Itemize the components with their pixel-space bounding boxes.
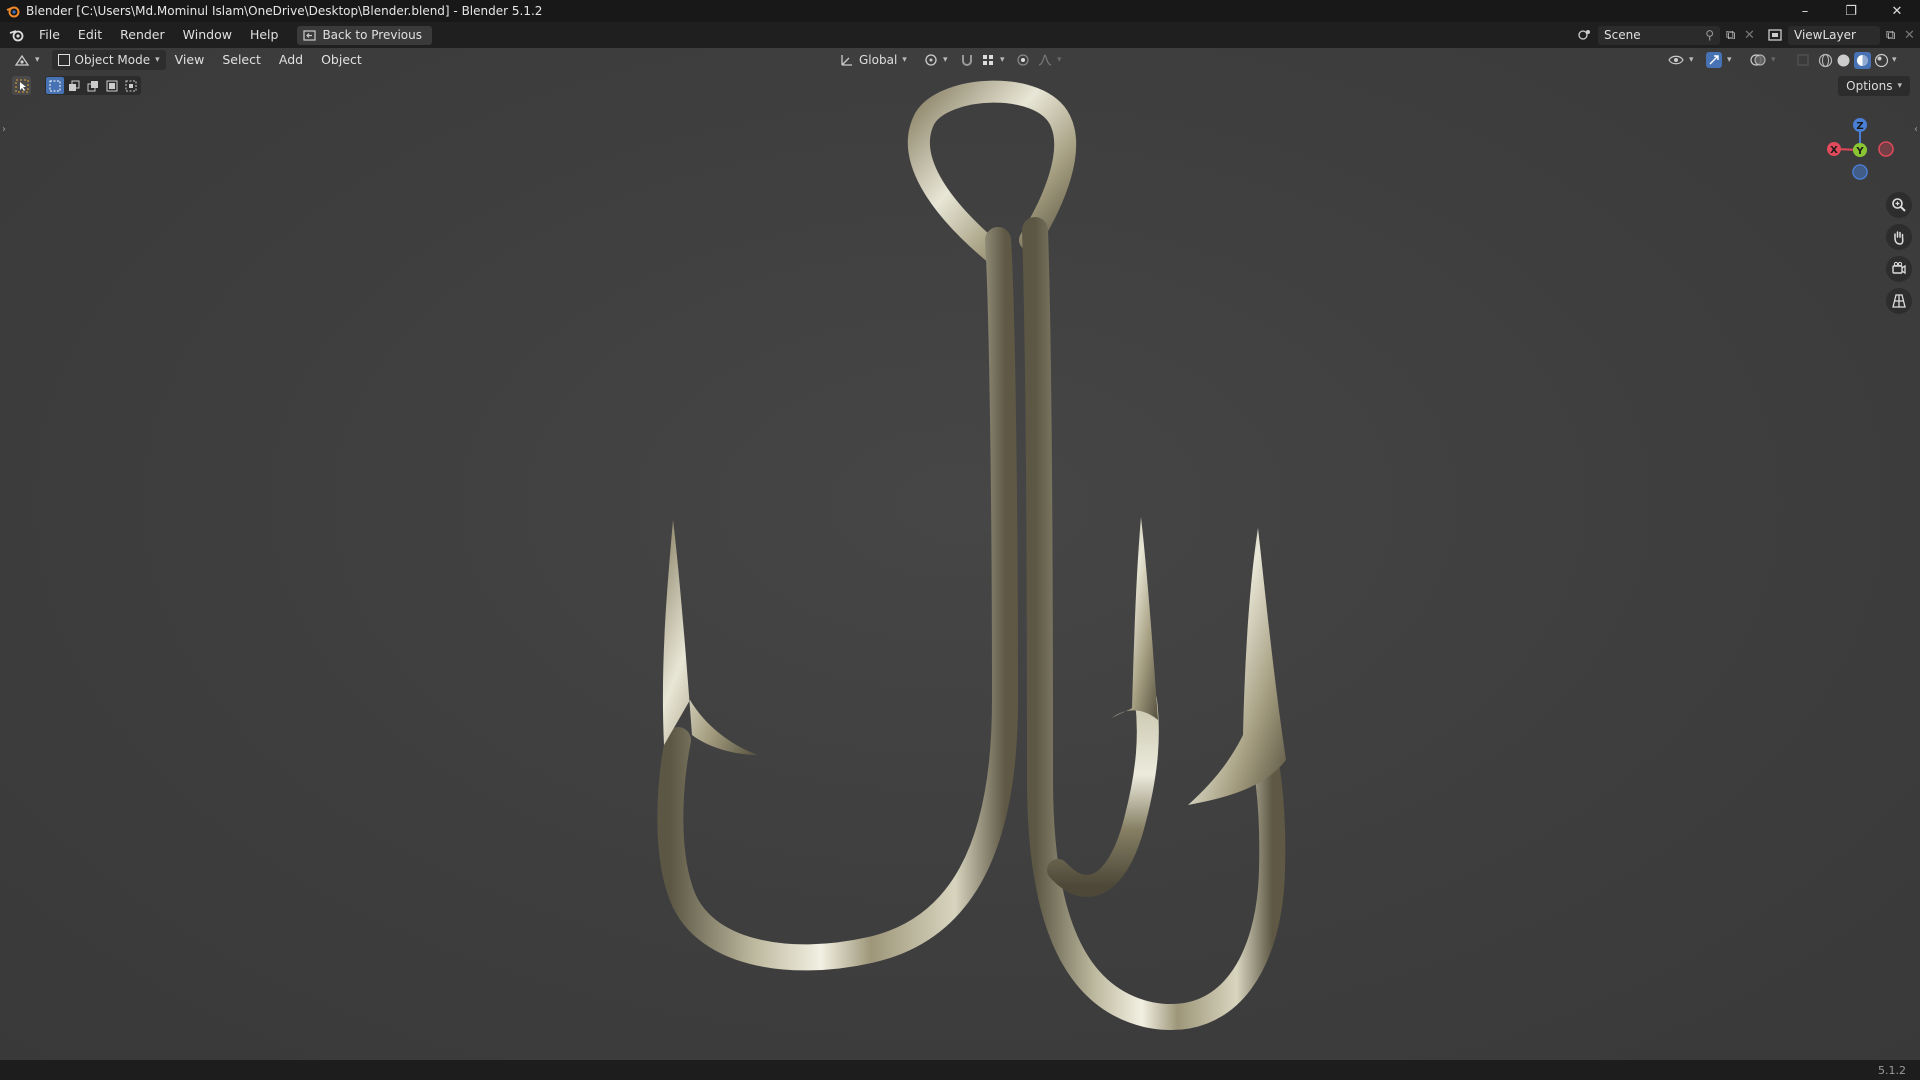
hook-right-shank	[1022, 217, 1286, 1030]
view-layer-selector[interactable]: ViewLayer	[1788, 25, 1880, 45]
scene-type-icon[interactable]	[1572, 28, 1598, 42]
delete-scene-icon[interactable]: ✕	[1744, 28, 1762, 43]
view-layer-type-icon[interactable]	[1762, 28, 1788, 42]
falloff-dropdown[interactable]: ▾	[1032, 50, 1068, 70]
hook-left-point	[662, 520, 758, 755]
back-to-previous-button[interactable]: Back to Previous	[297, 25, 432, 45]
view-layer-name: ViewLayer	[1794, 28, 1856, 42]
menu-help[interactable]: Help	[241, 22, 288, 48]
3d-viewport[interactable]: ▾ Object Mode ▾ View Select Add Object G…	[0, 48, 1920, 1060]
top-menu-bar: File Edit Render Window Help Back to Pre…	[0, 22, 1920, 48]
double-hook-model[interactable]	[0, 48, 1920, 1060]
rendered-shading-icon[interactable]	[1874, 53, 1889, 68]
eye-visibility-icon	[1668, 55, 1684, 65]
overlays-toggle[interactable]: ▾	[1744, 50, 1782, 70]
transform-orientation-label: Global	[859, 53, 898, 67]
solid-shading-icon[interactable]	[1836, 53, 1851, 68]
select-new-mode-icon[interactable]	[46, 77, 64, 94]
select-intersect-mode-icon[interactable]	[122, 77, 140, 94]
screen-back-icon	[303, 29, 317, 41]
proportional-edit-icon	[1017, 54, 1029, 66]
title-bar: Blender [C:\Users\Md.Mominul Islam\OneDr…	[0, 0, 1920, 22]
transform-orientation-dropdown[interactable]: Global ▾	[834, 50, 913, 70]
sidebar-expand-arrow-icon[interactable]: ‹	[1914, 124, 1918, 135]
toolbar-expand-arrow-icon[interactable]: ›	[2, 124, 6, 135]
object-mode-icon	[57, 54, 70, 66]
viewport-menu-view[interactable]: View	[166, 48, 214, 73]
snap-target-dropdown[interactable]: ▾	[975, 50, 1011, 70]
snap-grid-icon	[983, 55, 993, 65]
svg-text:X: X	[1830, 145, 1838, 156]
hook-middle-point	[1112, 517, 1158, 720]
delete-view-layer-icon[interactable]: ✕	[1904, 28, 1920, 43]
object-visibility-dropdown[interactable]: ▾	[1662, 50, 1700, 70]
blender-menu-icon[interactable]	[4, 28, 30, 42]
selection-mode-buttons	[45, 76, 141, 95]
xray-icon	[1797, 54, 1809, 66]
close-button[interactable]: ✕	[1874, 0, 1920, 22]
viewport-menu-add[interactable]: Add	[270, 48, 312, 73]
version-label: 5.1.2	[1878, 1063, 1906, 1077]
editor-type-button[interactable]: ▾	[8, 50, 46, 70]
restore-button[interactable]: ❐	[1828, 0, 1874, 22]
hook-right-point	[1188, 528, 1286, 805]
camera-view-icon[interactable]	[1886, 256, 1912, 282]
viewport-header: ▾ Object Mode ▾ View Select Add Object G…	[0, 48, 1920, 72]
menu-render[interactable]: Render	[111, 22, 174, 48]
svg-text:Z: Z	[1856, 121, 1863, 132]
zoom-magnifier-icon[interactable]	[1886, 192, 1912, 218]
gizmo-toggle[interactable]: ▾	[1700, 50, 1738, 70]
select-invert-mode-icon[interactable]	[103, 77, 121, 94]
new-scene-icon[interactable]: ⧉	[1726, 28, 1744, 43]
material-preview-shading-icon[interactable]	[1854, 51, 1871, 69]
status-bar: 5.1.2	[0, 1060, 1920, 1080]
pin-icon[interactable]: ⚲	[1705, 28, 1714, 42]
scene-selector[interactable]: Scene ⚲	[1598, 25, 1720, 45]
menu-edit[interactable]: Edit	[69, 22, 111, 48]
cursor-select-icon	[15, 79, 28, 92]
gizmo-icon	[1706, 52, 1722, 68]
window-title: Blender [C:\Users\Md.Mominul Islam\OneDr…	[26, 4, 543, 18]
viewport-menu-object[interactable]: Object	[312, 48, 371, 73]
new-view-layer-icon[interactable]: ⧉	[1886, 28, 1904, 43]
options-label: Options	[1846, 79, 1893, 93]
falloff-curve-icon	[1038, 54, 1052, 66]
magnet-icon	[962, 55, 972, 66]
scene-layer-selectors: Scene ⚲ ⧉ ✕ ViewLayer ⧉ ✕	[1572, 22, 1920, 48]
object-mode-dropdown[interactable]: Object Mode ▾	[51, 50, 166, 70]
pivot-point-dropdown[interactable]: ▾	[918, 50, 954, 70]
scene-name: Scene	[1604, 28, 1641, 42]
blender-app-icon	[6, 6, 20, 18]
wireframe-shading-icon[interactable]	[1818, 53, 1833, 68]
viewport-navigation-tools	[1886, 192, 1912, 314]
menu-window[interactable]: Window	[174, 22, 241, 48]
select-box-tool[interactable]	[12, 76, 31, 95]
minimize-button[interactable]: –	[1782, 0, 1828, 22]
options-dropdown[interactable]: Options ▾	[1838, 76, 1910, 96]
hook-middle-bend	[1047, 689, 1159, 897]
window-controls: – ❐ ✕	[1782, 0, 1920, 22]
object-mode-label: Object Mode	[74, 53, 151, 67]
perspective-grid-icon[interactable]	[1886, 288, 1912, 314]
tool-settings-row	[12, 76, 141, 95]
back-to-previous-label: Back to Previous	[322, 28, 422, 42]
pivot-point-icon	[925, 54, 937, 66]
viewport-menu-select[interactable]: Select	[213, 48, 270, 73]
editor-type-icon	[14, 54, 30, 66]
pan-hand-icon[interactable]	[1886, 224, 1912, 250]
hook-left-shank	[657, 227, 1019, 971]
navigation-gizmo[interactable]: Z X Y	[1820, 110, 1900, 190]
orientation-axes-icon	[841, 55, 852, 66]
select-extend-mode-icon[interactable]	[65, 77, 83, 94]
shading-modes: ▾	[1812, 50, 1903, 70]
select-subtract-mode-icon[interactable]	[84, 77, 102, 94]
overlays-icon	[1750, 54, 1766, 66]
svg-text:Y: Y	[1855, 146, 1864, 157]
menu-file[interactable]: File	[30, 22, 69, 48]
